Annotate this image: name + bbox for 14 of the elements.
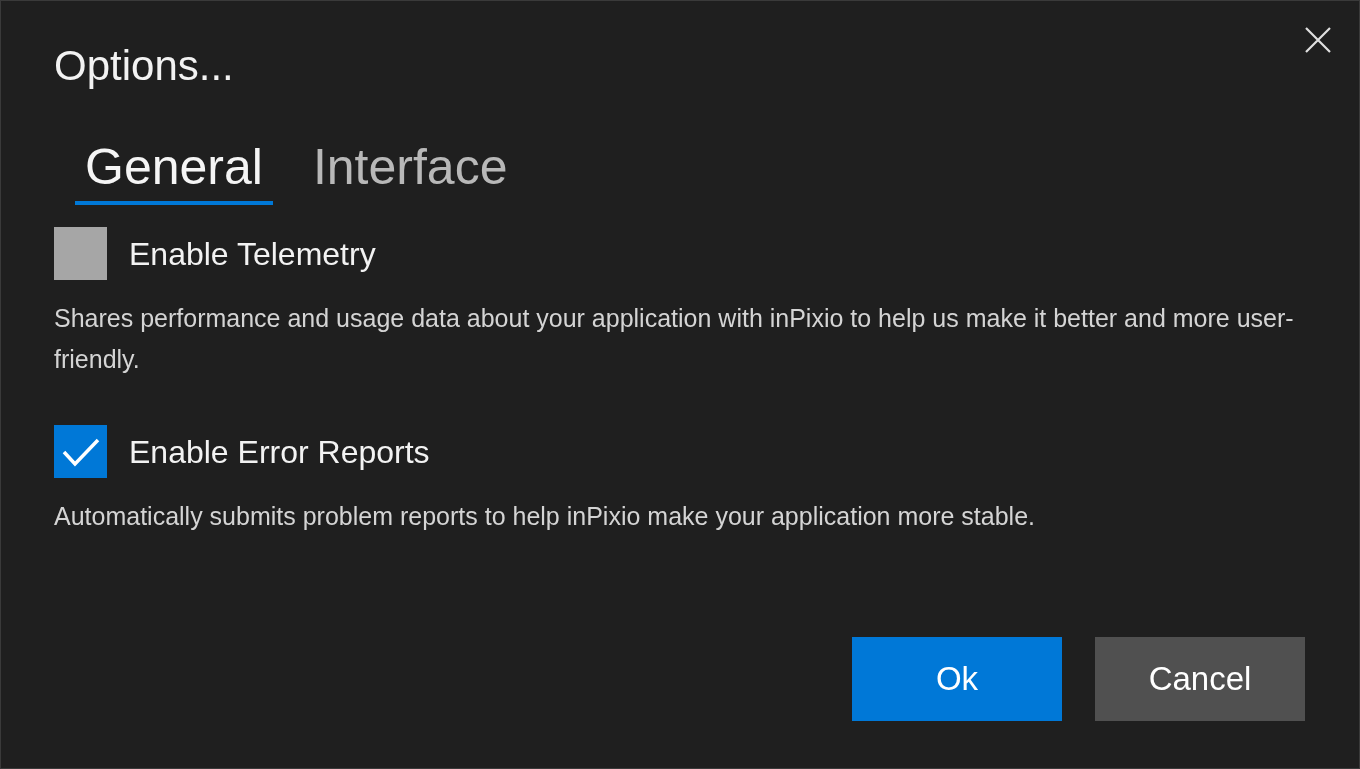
checkbox-label: Enable Telemetry [129, 234, 376, 274]
checkbox-label: Enable Error Reports [129, 432, 430, 472]
window-title: Options... [54, 41, 234, 91]
tab[interactable]: Interface [302, 133, 518, 205]
close-button[interactable] [1303, 25, 1333, 55]
option-description: Automatically submits problem reports to help inPixio make your application more stable. [54, 501, 1036, 532]
option-description: Shares performance and usage data about your application with inPixio to help us make it better and more user-friendly. [54, 303, 1295, 375]
cancel-button[interactable]: Cancel [1095, 637, 1305, 721]
tab[interactable]: General [75, 133, 273, 205]
close-icon [1305, 27, 1331, 53]
ok-button[interactable]: Ok [852, 637, 1062, 721]
checkbox[interactable] [54, 425, 107, 478]
checkbox[interactable] [54, 227, 107, 280]
checkmark-icon [61, 436, 100, 467]
